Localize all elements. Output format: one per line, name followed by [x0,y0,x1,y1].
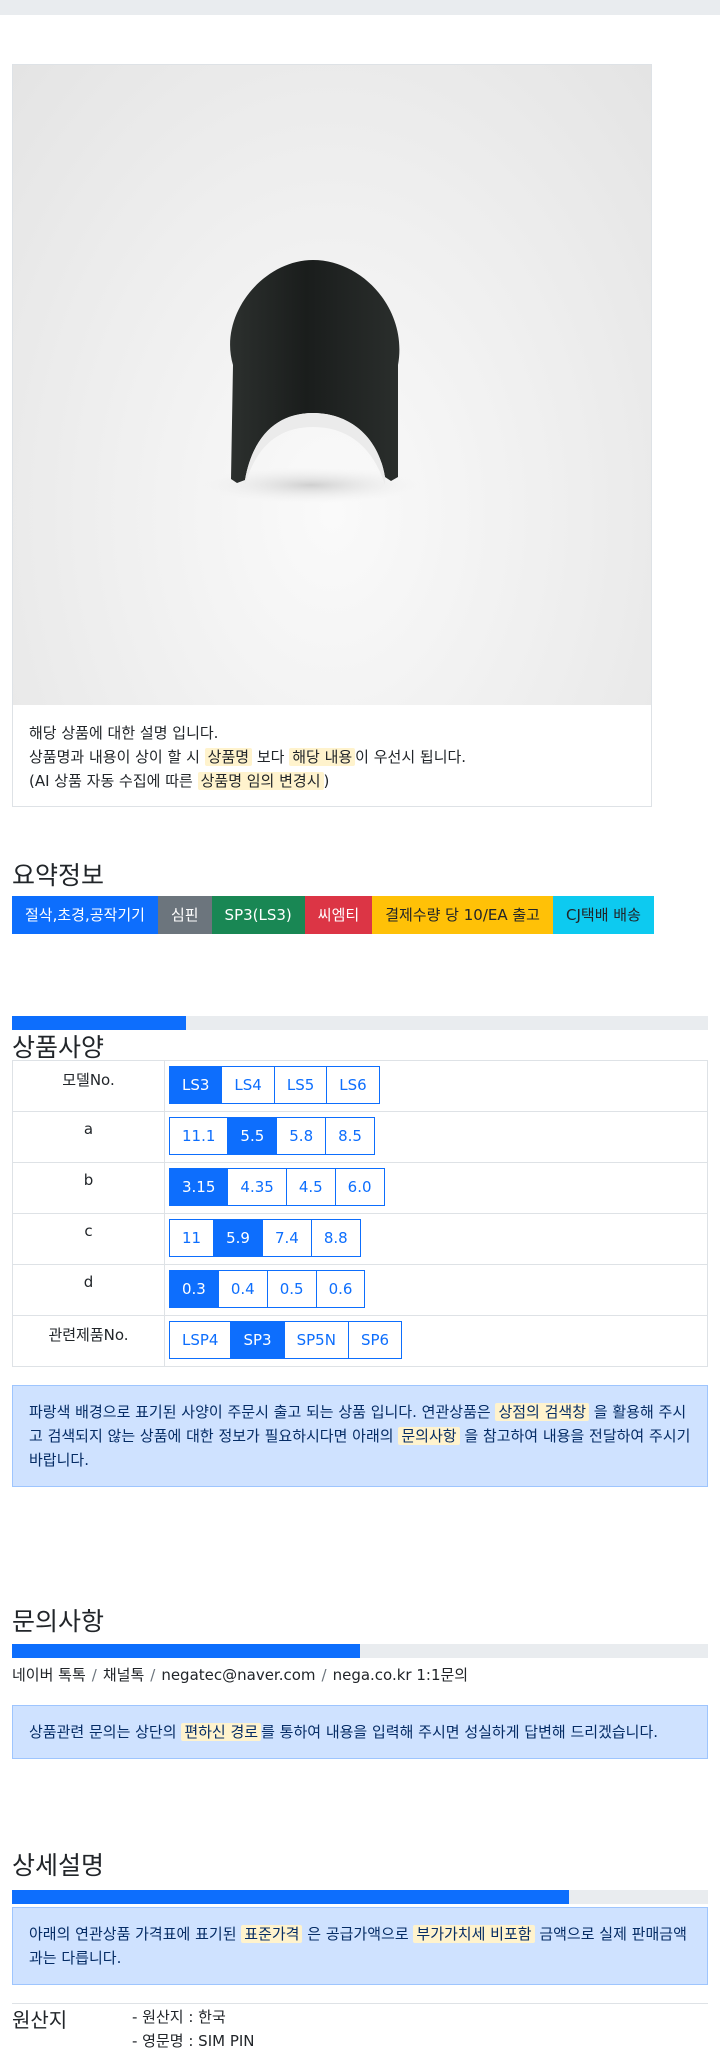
spec-row: c 11 5.9 7.4 8.8 [12,1213,708,1265]
spec-option-button[interactable]: 4.5 [285,1168,336,1206]
detail-title: 상세설명 [12,1851,105,1880]
spec-label: 모델No. [12,1060,165,1112]
specs-title: 상품사양 [12,1033,105,1062]
spec-row: d 0.3 0.4 0.5 0.6 [12,1264,708,1316]
summary-badges: 절삭,초경,공작기기 심핀 SP3(LS3) 씨엠티 결제수량 당 10/EA … [12,896,654,934]
spec-table: 모델No. LS3 LS4 LS5 LS6 a 11.1 5.5 5.8 8.5 b 3.15 4.35… [12,1060,708,1367]
option-button-group: 0.3 0.4 0.5 0.6 [169,1270,366,1308]
contact-site-inquiry[interactable]: nega.co.kr 1:1문의 [333,1666,469,1684]
badge-product-type: 심핀 [157,896,212,934]
spec-options: LSP4 SP3 SP5N SP6 [164,1315,708,1367]
spec-option-button[interactable]: 3.15 [169,1168,229,1206]
description-line: (AI 상품 자동 수집에 따른 상품명 임의 변경시) [29,772,330,790]
badge-shipping: CJ택배 배송 [553,896,654,934]
product-image [13,65,651,705]
spec-option-button[interactable]: 11.1 [169,1117,229,1155]
contact-links: 네이버 톡톡 / 채널톡 / negatec@naver.com / nega.co.kr … [12,1664,468,1685]
option-button-group: 11.1 5.5 5.8 8.5 [169,1117,375,1155]
inquiry-progress-bar [12,1644,708,1658]
inquiry-progress-fill [12,1644,360,1658]
option-button-group: 3.15 4.35 4.5 6.0 [169,1168,385,1206]
inquiry-highlight: 문의사항 [398,1427,460,1445]
spec-option-button[interactable]: 6.0 [334,1168,385,1206]
spec-option-button[interactable]: 7.4 [261,1219,312,1257]
search-bar-highlight: 상점의 검색창 [495,1403,590,1421]
spec-option-button[interactable]: 5.8 [276,1117,327,1155]
spec-options: 11.1 5.5 5.8 8.5 [164,1111,708,1163]
separator: / [91,1666,97,1684]
inquiry-title: 문의사항 [12,1607,105,1636]
spec-options: 11 5.9 7.4 8.8 [164,1213,708,1265]
spec-row: 관련제품No. LSP4 SP3 SP5N SP6 [12,1315,708,1367]
spec-row: 모델No. LS3 LS4 LS5 LS6 [12,1060,708,1112]
detail-notice: 아래의 연관상품 가격표에 표기된 표준가격 은 공급가액으로 부가가치세 비포… [12,1907,708,1985]
spec-label: c [12,1213,165,1265]
specs-notice: 파랑색 배경으로 표기된 사양이 주문시 출고 되는 상품 입니다. 연관상품은… [12,1385,708,1487]
vat-highlight: 부가가치세 비포함 [413,1925,535,1943]
spec-option-button[interactable]: 0.4 [217,1270,268,1308]
spec-option-button[interactable]: LS4 [221,1066,275,1104]
spec-label: a [12,1111,165,1163]
origin-label: 원산지 [12,2008,68,2032]
sim-pin-illustration [201,260,421,503]
spec-options: 3.15 4.35 4.5 6.0 [164,1162,708,1214]
spec-row: b 3.15 4.35 4.5 6.0 [12,1162,708,1214]
spec-option-button[interactable]: 4.35 [227,1168,287,1206]
spec-option-button[interactable]: LS3 [169,1066,223,1104]
origin-list: - 원산지 : 한국 - 영문명 : SIM PIN [132,2005,255,2053]
badge-category: 절삭,초경,공작기기 [12,896,158,934]
origin-divider [12,2003,708,2004]
spec-options: LS3 LS4 LS5 LS6 [164,1060,708,1112]
spec-option-button[interactable]: 11 [169,1219,215,1257]
spec-options: 0.3 0.4 0.5 0.6 [164,1264,708,1316]
option-button-group: 11 5.9 7.4 8.8 [169,1219,361,1257]
separator: / [321,1666,327,1684]
spec-option-button[interactable]: 5.9 [213,1219,263,1257]
spec-option-button[interactable]: SP6 [347,1321,403,1359]
spec-option-button[interactable]: 0.6 [315,1270,366,1308]
spec-option-button[interactable]: 8.8 [310,1219,361,1257]
spec-option-button[interactable]: LSP4 [169,1321,232,1359]
standard-price-highlight: 표준가격 [241,1925,303,1943]
contact-naver-talk[interactable]: 네이버 톡톡 [12,1666,86,1684]
spec-option-button[interactable]: 5.5 [227,1117,278,1155]
top-bar [0,0,720,15]
spec-option-button[interactable]: LS6 [326,1066,380,1104]
spec-row: a 11.1 5.5 5.8 8.5 [12,1111,708,1163]
inquiry-notice: 상품관련 문의는 상단의 편하신 경로 를 통하여 내용을 입력해 주시면 성실하… [12,1705,708,1759]
separator: / [150,1666,156,1684]
contact-email[interactable]: negatec@naver.com [161,1666,315,1684]
specs-progress-bar [12,1016,708,1030]
option-button-group: LS3 LS4 LS5 LS6 [169,1066,380,1104]
channel-highlight: 편하신 경로 [181,1723,262,1741]
badge-quantity: 결제수량 당 10/EA 출고 [372,896,553,934]
spec-option-button[interactable]: LS5 [273,1066,328,1104]
spec-option-button[interactable]: 0.3 [169,1270,219,1308]
spec-option-button[interactable]: 8.5 [325,1117,375,1155]
detail-progress-bar [12,1890,708,1904]
summary-title: 요약정보 [12,861,105,890]
spec-option-button[interactable]: 0.5 [266,1270,317,1308]
spec-label: 관련제품No. [12,1315,165,1367]
spec-option-button[interactable]: SP3 [230,1321,285,1359]
contact-channel-talk[interactable]: 채널톡 [103,1666,144,1684]
detail-progress-fill [12,1890,569,1904]
spec-label: b [12,1162,165,1214]
origin-english-name: - 영문명 : SIM PIN [132,2032,255,2050]
product-description: 해당 상품에 대한 설명 입니다. 상품명과 내용이 상이 할 시 상품명 보다… [29,721,639,793]
description-line: 상품명과 내용이 상이 할 시 상품명 보다 해당 내용 이 우선시 됩니다. [29,748,467,766]
badge-model: SP3(LS3) [211,896,305,934]
product-card: 해당 상품에 대한 설명 입니다. 상품명과 내용이 상이 할 시 상품명 보다… [12,64,652,807]
spec-option-button[interactable]: SP5N [283,1321,349,1359]
badge-maker: 씨엠티 [304,896,373,934]
spec-label: d [12,1264,165,1316]
origin-country: - 원산지 : 한국 [132,2008,226,2026]
description-line: 해당 상품에 대한 설명 입니다. [29,724,219,742]
option-button-group: LSP4 SP3 SP5N SP6 [169,1321,403,1359]
